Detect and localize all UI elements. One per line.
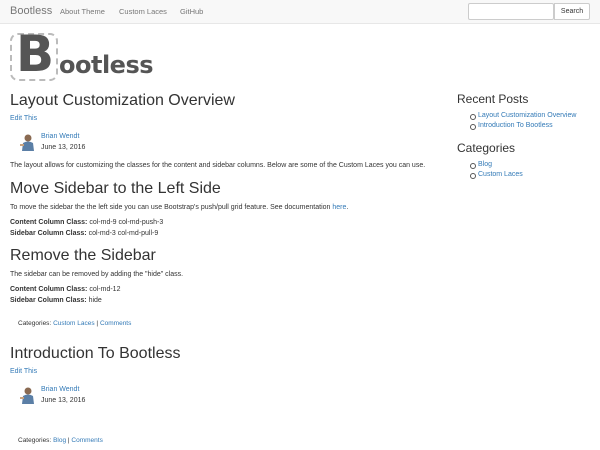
recent-post-link-2[interactable]: Introduction To Bootless	[478, 122, 553, 129]
logo-letter: B	[16, 25, 55, 83]
nav-custom-laces[interactable]: Custom Laces	[119, 7, 167, 16]
documentation-link[interactable]: here	[332, 204, 346, 211]
list-item: Blog	[470, 160, 523, 170]
recent-post-link-1[interactable]: Layout Customization Overview	[478, 112, 576, 119]
recent-posts-title: Recent Posts	[457, 92, 529, 106]
content-class-value: col-md-9 col-md-push-3	[89, 219, 164, 226]
post-date-2: June 13, 2016	[41, 397, 86, 404]
section-heading-remove-sidebar: Remove the Sidebar	[10, 247, 156, 264]
section-text-move-sidebar: To move the sidebar the the left side yo…	[10, 204, 348, 211]
post-intro-1: The layout allows for customizing the cl…	[10, 162, 426, 169]
author-avatar-2	[19, 386, 37, 404]
comments-link-2[interactable]: Comments	[71, 437, 102, 444]
recent-posts-list: Layout Customization Overview Introducti…	[470, 111, 576, 131]
sidebar-class-label: Sidebar Column Class:	[10, 297, 87, 304]
content-class-line-2: Content Column Class: col-md-12	[10, 286, 120, 293]
post-title-2[interactable]: Introduction To Bootless	[10, 345, 180, 363]
nav-github[interactable]: GitHub	[180, 7, 203, 16]
post-title-1[interactable]: Layout Customization Overview	[10, 92, 235, 110]
list-item: Introduction To Bootless	[470, 121, 576, 131]
edit-link-1[interactable]: Edit This	[10, 115, 37, 122]
search-button[interactable]: Search	[554, 3, 590, 20]
category-link-blog[interactable]: Blog	[53, 437, 66, 444]
section-text-remove-sidebar: The sidebar can be removed by adding the…	[10, 271, 184, 278]
site-logo[interactable]: B ootless	[10, 29, 160, 83]
author-link-1[interactable]: Brian Wendt	[41, 133, 79, 140]
author-link-2[interactable]: Brian Wendt	[41, 386, 79, 393]
sidebar-class-label: Sidebar Column Class:	[10, 230, 87, 237]
list-item: Layout Customization Overview	[470, 111, 576, 121]
content-class-value: col-md-12	[89, 286, 121, 293]
edit-link-2[interactable]: Edit This	[10, 368, 37, 375]
search-input[interactable]	[468, 3, 554, 20]
content-class-line-1: Content Column Class: col-md-9 col-md-pu…	[10, 219, 163, 226]
section-heading-move-sidebar: Move Sidebar to the Left Side	[10, 180, 221, 197]
section-text-body: To move the sidebar the the left side yo…	[10, 204, 331, 211]
sidebar-class-line-2: Sidebar Column Class: hide	[10, 297, 102, 304]
content-class-label: Content Column Class:	[10, 286, 88, 293]
content-class-label: Content Column Class:	[10, 219, 88, 226]
sidebar-class-line-1: Sidebar Column Class: col-md-3 col-md-pu…	[10, 230, 158, 237]
brand-link[interactable]: Bootless	[10, 5, 52, 17]
nav-about-theme[interactable]: About Theme	[60, 7, 105, 16]
categories-label: Categories:	[18, 437, 52, 444]
post-date-1: June 13, 2016	[41, 144, 86, 151]
separator: |	[67, 437, 70, 444]
categories-list: Blog Custom Laces	[470, 160, 523, 180]
categories-label: Categories:	[18, 320, 52, 327]
separator: |	[96, 320, 99, 327]
comments-link-1[interactable]: Comments	[100, 320, 131, 327]
section-text-trail: .	[346, 204, 349, 211]
categories-title: Categories	[457, 141, 516, 155]
sidebar-category-custom-laces[interactable]: Custom Laces	[478, 171, 523, 178]
category-link-custom-laces[interactable]: Custom Laces	[53, 320, 95, 327]
sidebar-class-value: col-md-3 col-md-pull-9	[88, 230, 159, 237]
logo-text: ootless	[59, 51, 154, 79]
post-categories-1: Categories: Custom Laces | Comments	[18, 320, 131, 327]
sidebar-class-value: hide	[88, 297, 102, 304]
sidebar-category-blog[interactable]: Blog	[478, 161, 492, 168]
navbar: Bootless About Theme Custom Laces GitHub…	[0, 0, 600, 24]
post-categories-2: Categories: Blog | Comments	[18, 437, 103, 444]
list-item: Custom Laces	[470, 170, 523, 180]
author-avatar-1	[19, 133, 37, 151]
